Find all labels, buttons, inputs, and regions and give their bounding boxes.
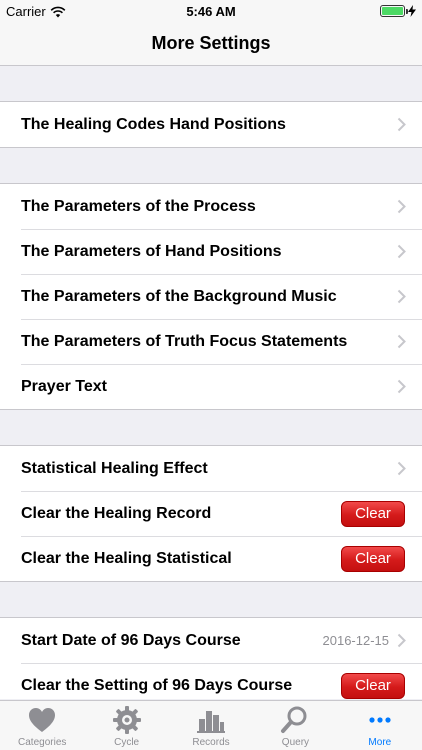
row-label: Clear the Healing Statistical — [21, 549, 232, 567]
row-label: The Healing Codes Hand Positions — [21, 115, 286, 133]
row-label: Start Date of 96 Days Course — [21, 631, 241, 649]
clear-96-days-setting-button[interactable]: Clear — [341, 672, 405, 699]
charging-bolt-icon — [408, 5, 416, 17]
row-healing-codes-hand-positions[interactable]: The Healing Codes Hand Positions — [0, 102, 422, 147]
tab-bar: Categories Cycle Records Query More — [0, 700, 422, 750]
status-bar: Carrier 5:46 AM — [0, 0, 422, 22]
row-clear-healing-statistical: Clear the Healing Statistical Clear — [0, 536, 422, 581]
status-time: 5:46 AM — [186, 4, 236, 19]
row-label: The Parameters of Hand Positions — [21, 242, 282, 260]
section-hand-positions: The Healing Codes Hand Positions — [0, 101, 422, 148]
row-label: The Parameters of the Background Music — [21, 287, 337, 305]
row-parameters-background-music[interactable]: The Parameters of the Background Music — [0, 274, 422, 319]
row-clear-healing-record: Clear the Healing Record Clear — [0, 491, 422, 536]
tab-query[interactable]: Query — [253, 701, 337, 750]
section-96-days-course: Start Date of 96 Days Course 2016-12-15 … — [0, 617, 422, 699]
chevron-right-icon — [397, 244, 406, 259]
tab-categories[interactable]: Categories — [0, 701, 84, 750]
chevron-right-icon — [397, 334, 406, 349]
chevron-right-icon — [397, 199, 406, 214]
magnifier-icon — [281, 706, 307, 733]
tab-records[interactable]: Records — [169, 701, 253, 750]
section-statistics: Statistical Healing Effect Clear the Hea… — [0, 445, 422, 582]
row-prayer-text[interactable]: Prayer Text — [0, 364, 422, 409]
tab-label: Categories — [18, 737, 67, 748]
navigation-bar: More Settings — [0, 22, 422, 66]
row-label: Statistical Healing Effect — [21, 459, 208, 477]
tab-label: Records — [192, 737, 230, 748]
row-label: Clear the Healing Record — [21, 504, 212, 522]
row-label: The Parameters of the Process — [21, 197, 256, 215]
row-clear-96-days-setting: Clear the Setting of 96 Days Course Clea… — [0, 663, 422, 699]
battery-icon — [380, 5, 408, 17]
tab-more[interactable]: More — [338, 701, 422, 750]
gear-icon — [112, 706, 141, 734]
tab-label: Query — [281, 737, 310, 748]
tab-label: More — [368, 737, 392, 748]
row-parameters-hand-positions[interactable]: The Parameters of Hand Positions — [0, 229, 422, 274]
row-label: The Parameters of Truth Focus Statements — [21, 332, 348, 350]
settings-list[interactable]: The Healing Codes Hand Positions The Par… — [0, 66, 422, 699]
page-title: More Settings — [151, 33, 271, 53]
tab-label: Cycle — [114, 737, 140, 748]
row-parameters-truth-focus[interactable]: The Parameters of Truth Focus Statements — [0, 319, 422, 364]
chevron-right-icon — [397, 461, 406, 476]
tab-cycle[interactable]: Cycle — [84, 701, 168, 750]
chevron-right-icon — [397, 379, 406, 394]
battery-indicator — [380, 5, 416, 17]
row-label: Clear the Setting of 96 Days Course — [21, 676, 293, 694]
bar-chart-icon — [197, 711, 226, 733]
heart-icon — [29, 708, 56, 732]
start-date-value: 2016-12-15 — [322, 633, 390, 648]
row-label: Prayer Text — [21, 377, 107, 395]
chevron-right-icon — [397, 633, 406, 648]
clear-healing-record-button[interactable]: Clear — [341, 500, 405, 527]
row-parameters-process[interactable]: The Parameters of the Process — [0, 184, 422, 229]
more-dots-icon — [369, 717, 391, 723]
row-statistical-healing-effect[interactable]: Statistical Healing Effect — [0, 446, 422, 491]
clear-healing-statistical-button[interactable]: Clear — [341, 545, 405, 572]
chevron-right-icon — [397, 289, 406, 304]
chevron-right-icon — [397, 117, 406, 132]
row-start-date-96-days[interactable]: Start Date of 96 Days Course 2016-12-15 — [0, 618, 422, 663]
section-parameters: The Parameters of the Process The Parame… — [0, 183, 422, 410]
